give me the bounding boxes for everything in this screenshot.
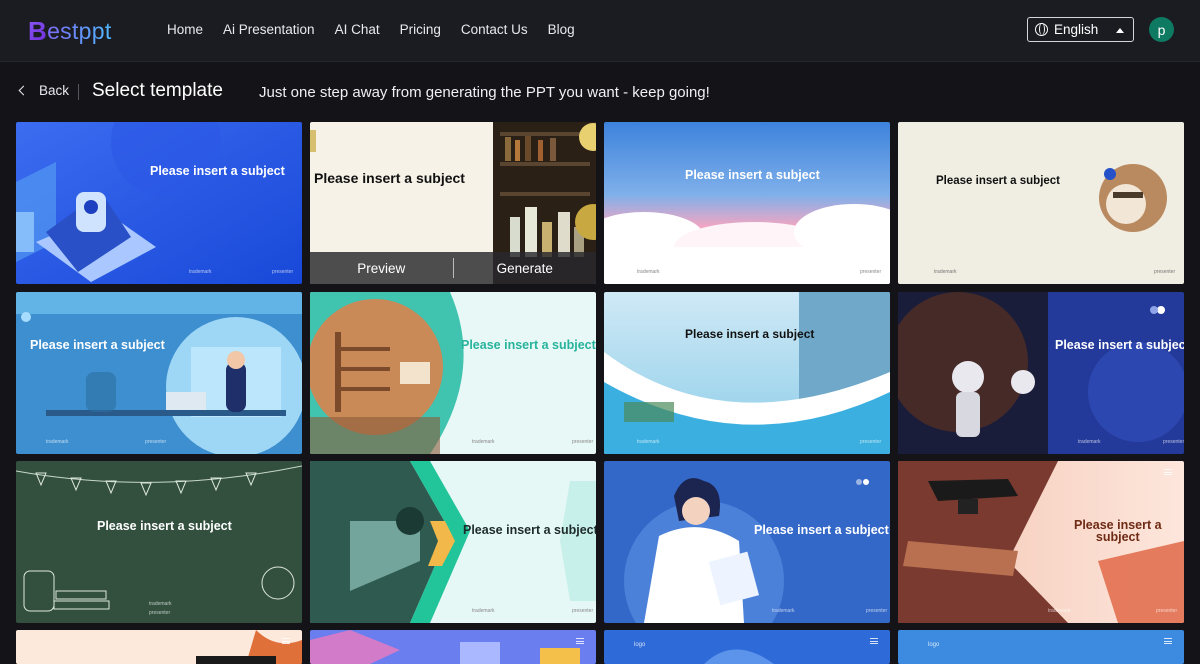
template-thumbnail	[604, 122, 890, 284]
template-trademark: trademark	[1048, 608, 1071, 614]
template-trademark: trademark	[637, 269, 660, 275]
template-trademark: trademark	[472, 608, 495, 614]
template-card[interactable]: logo	[898, 630, 1184, 664]
nav-pricing[interactable]: Pricing	[400, 22, 441, 37]
template-subject: Please insert a subject	[461, 338, 596, 352]
template-presenter: presenter	[145, 439, 167, 445]
template-thumbnail	[310, 461, 596, 623]
template-thumbnail	[604, 630, 890, 664]
language-label: English	[1054, 22, 1099, 37]
nav-ai-chat[interactable]: AI Chat	[335, 22, 380, 37]
template-presenter: presenter	[149, 610, 171, 616]
template-card[interactable]: Please insert a subject trademark presen…	[898, 122, 1184, 284]
template-trademark: trademark	[934, 269, 957, 275]
template-card[interactable]: Please insert a subject trademark presen…	[16, 461, 302, 623]
template-thumbnail	[16, 122, 302, 284]
logo-letter-b: B	[28, 15, 48, 46]
main-nav: Home Ai Presentation AI Chat Pricing Con…	[167, 22, 575, 37]
caret-up-icon	[1116, 28, 1124, 33]
template-presenter: presenter	[572, 608, 594, 614]
template-card[interactable]: Please insert a subject trademark presen…	[604, 292, 890, 454]
back-label: Back	[39, 83, 70, 98]
template-trademark: trademark	[472, 439, 495, 445]
template-thumbnail	[16, 630, 302, 664]
chevron-left-icon	[18, 85, 29, 96]
preview-button[interactable]: Preview	[310, 261, 453, 276]
template-card[interactable]: Please insert a subject trademark presen…	[898, 461, 1184, 623]
globe-icon	[1035, 23, 1048, 36]
template-trademark: trademark	[772, 608, 795, 614]
page-header: Back Select template Just one step away …	[0, 62, 1200, 122]
template-thumbnail	[898, 630, 1184, 664]
template-thumbnail	[310, 292, 596, 454]
template-presenter: presenter	[860, 269, 882, 275]
template-subject: Please insert a subject	[685, 327, 815, 341]
template-subject: Please insert a subject	[685, 168, 820, 182]
template-card[interactable]: Please insert a subject trademark presen…	[310, 461, 596, 623]
template-card[interactable]: Please insert a subject trademark presen…	[604, 461, 890, 623]
template-presenter: presenter	[572, 439, 594, 445]
nav-home[interactable]: Home	[167, 22, 203, 37]
template-card[interactable]: Please insert a subject trademark presen…	[16, 122, 302, 284]
template-card[interactable]: Please insert a subject Preview Generate	[310, 122, 596, 284]
template-thumbnail	[16, 292, 302, 454]
template-card[interactable]	[16, 630, 302, 664]
template-thumbnail	[310, 630, 596, 664]
template-logo-tag: logo	[634, 642, 646, 648]
template-trademark: trademark	[46, 439, 69, 445]
menu-icon	[282, 638, 290, 644]
page-title: Select template	[92, 80, 223, 101]
template-thumbnail	[604, 292, 890, 454]
template-subject: Please insert a subject	[936, 175, 1061, 187]
nav-blog[interactable]: Blog	[548, 22, 575, 37]
template-thumbnail	[898, 292, 1184, 454]
template-subject: Please insert a subject	[463, 523, 596, 537]
template-card[interactable]: logo	[604, 630, 890, 664]
template-presenter: presenter	[866, 608, 888, 614]
user-avatar[interactable]: p	[1149, 17, 1174, 42]
template-subject: Please insert a subject	[754, 523, 889, 537]
template-trademark: trademark	[149, 601, 172, 607]
template-thumbnail	[604, 461, 890, 623]
template-subject: Please insert a subject	[97, 519, 232, 533]
logo-wordmark: estppt	[47, 17, 112, 44]
page-tagline: Just one step away from generating the P…	[259, 84, 710, 101]
template-card[interactable]	[310, 630, 596, 664]
template-subject: Please insert a subject	[314, 170, 465, 186]
template-presenter: presenter	[1163, 439, 1184, 445]
template-card[interactable]: Please insert a subject trademark presen…	[310, 292, 596, 454]
template-hover-actions: Preview Generate	[310, 252, 596, 284]
top-navbar: Bestppt Home Ai Presentation AI Chat Pri…	[0, 0, 1200, 62]
nav-ai-presentation[interactable]: Ai Presentation	[223, 22, 315, 37]
template-presenter: presenter	[272, 269, 294, 275]
menu-icon	[870, 638, 878, 644]
nav-contact-us[interactable]: Contact Us	[461, 22, 528, 37]
generate-button[interactable]: Generate	[454, 261, 597, 276]
template-presenter: presenter	[860, 439, 882, 445]
template-subject: Please insert a subject	[150, 164, 285, 178]
back-button[interactable]: Back	[18, 83, 70, 98]
menu-icon	[576, 638, 584, 644]
template-card[interactable]: Please insert a subject trademark presen…	[16, 292, 302, 454]
template-presenter: presenter	[1154, 269, 1176, 275]
language-selector[interactable]: English	[1027, 17, 1134, 42]
template-subject: Please insert a subject	[1074, 518, 1162, 544]
template-subject: Please insert a subject	[30, 338, 165, 352]
template-presenter: presenter	[1156, 608, 1178, 614]
template-trademark: trademark	[1078, 439, 1101, 445]
template-logo-tag: logo	[928, 642, 940, 648]
menu-icon	[1164, 469, 1172, 475]
template-subject: Please insert a subject	[1055, 338, 1184, 352]
template-trademark: trademark	[637, 439, 660, 445]
template-thumbnail	[16, 461, 302, 623]
header-divider	[78, 84, 79, 100]
template-trademark: trademark	[189, 269, 212, 275]
template-card[interactable]: Please insert a subject trademark presen…	[898, 292, 1184, 454]
template-thumbnail	[898, 122, 1184, 284]
bestppt-logo[interactable]: Bestppt	[28, 15, 112, 47]
menu-icon	[1164, 638, 1172, 644]
template-card[interactable]: Please insert a subject trademark presen…	[604, 122, 890, 284]
